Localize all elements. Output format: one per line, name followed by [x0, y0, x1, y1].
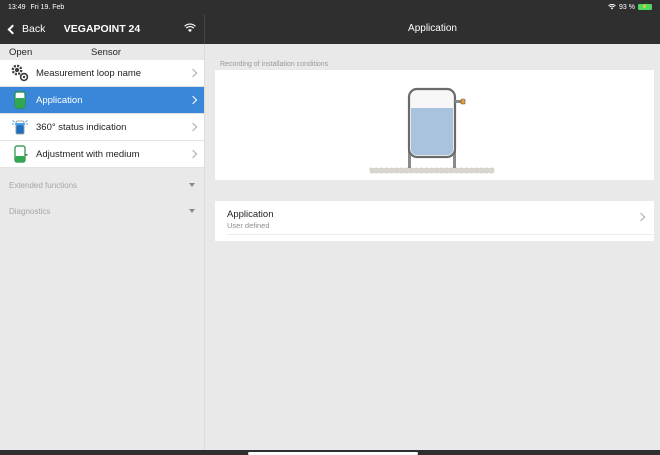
main-content: Recording of installation conditions App…: [205, 44, 660, 450]
chevron-right-icon: [188, 95, 198, 105]
sidebar-item-label: Measurement loop name: [36, 67, 142, 79]
section-label: Extended functions: [9, 180, 78, 190]
caret-down-icon: [189, 183, 195, 187]
sidebar-header-open: Open: [9, 46, 33, 58]
sidebar-item-label: 360° status indication: [36, 121, 127, 133]
installation-conditions-label: Recording of installation conditions: [220, 61, 329, 68]
chevron-right-icon: [636, 212, 646, 222]
application-row-title: Application: [227, 209, 274, 220]
sidebar-item-measurement-loop-name[interactable]: Measurement loop name: [0, 60, 204, 87]
sidebar: Open Sensor Measurement loop name Applic…: [0, 44, 205, 450]
status-light-icon: [9, 116, 31, 138]
chevron-right-icon: [188, 149, 198, 159]
back-label: Back: [22, 23, 46, 35]
status-right: 93 % ⚡: [608, 4, 652, 11]
chevron-right-icon: [188, 122, 198, 132]
master-nav-bar: Back VEGAPOINT 24: [0, 14, 205, 44]
chevron-left-icon: [7, 24, 18, 34]
row-divider: [227, 234, 654, 235]
sidebar-item-label: Adjustment with medium: [36, 148, 140, 160]
sidebar-section-diagnostics[interactable]: Diagnostics: [0, 198, 204, 224]
sidebar-item-application[interactable]: Application: [0, 87, 204, 114]
status-time: 13:49: [8, 3, 26, 11]
tank-icon: [9, 89, 31, 111]
gears-icon: [9, 62, 31, 84]
sidebar-item-label: Application: [36, 94, 83, 106]
application-row[interactable]: Application User defined: [215, 201, 654, 241]
battery-percent: 93 %: [619, 3, 635, 11]
tank-medium-icon: [9, 143, 31, 165]
page-title: Application: [408, 23, 457, 34]
section-label: Diagnostics: [9, 206, 51, 216]
chevron-right-icon: [188, 68, 198, 78]
installation-illustration: [215, 70, 654, 180]
wifi-status-icon: [608, 4, 616, 10]
caret-down-icon: [189, 209, 195, 213]
bluetooth-connection-icon[interactable]: [184, 23, 196, 33]
battery-icon: ⚡: [638, 4, 652, 10]
sidebar-header-sensor: Sensor: [91, 46, 122, 58]
battery-fill-label: ⚡: [641, 4, 649, 10]
status-bar: 13:49 Fri 19. Feb 93 % ⚡: [0, 0, 660, 14]
top-navigation-bar: Back VEGAPOINT 24 Application: [0, 14, 660, 44]
status-date: Fri 19. Feb: [30, 3, 65, 11]
back-button[interactable]: Back: [7, 23, 46, 35]
sidebar-section-extended-functions[interactable]: Extended functions: [0, 172, 204, 198]
vessel-illustration-icon: [369, 87, 495, 174]
sidebar-header: Open Sensor: [0, 44, 204, 60]
status-left: 13:49 Fri 19. Feb: [8, 4, 64, 11]
sidebar-item-adjustment-with-medium[interactable]: Adjustment with medium: [0, 141, 204, 168]
sidebar-item-360-status-indication[interactable]: 360° status indication: [0, 114, 204, 141]
application-row-value: User defined: [227, 221, 270, 230]
